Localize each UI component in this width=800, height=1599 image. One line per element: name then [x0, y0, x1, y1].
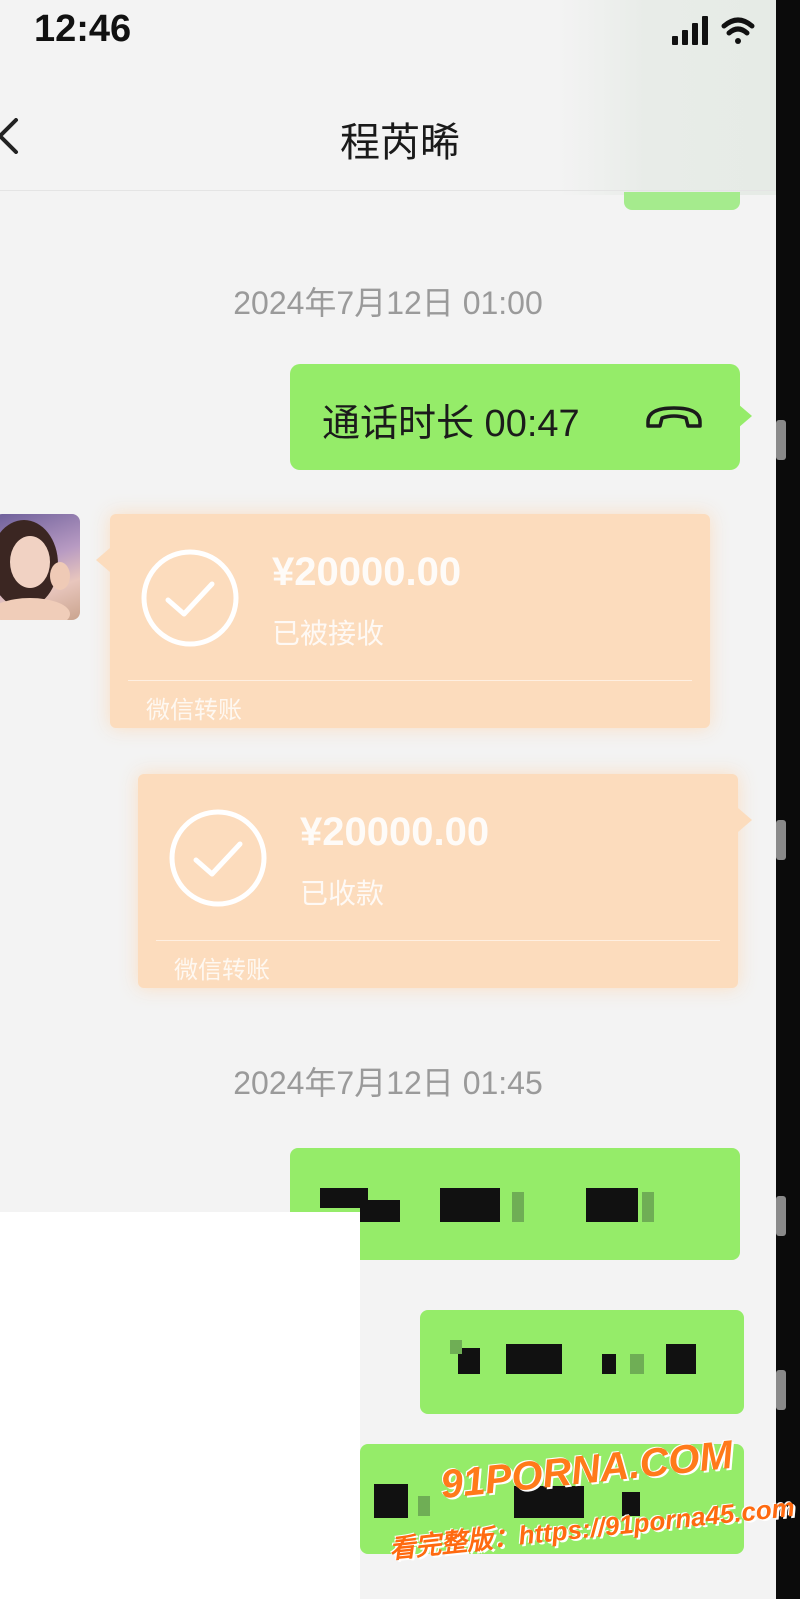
transfer-source: 微信转账 — [174, 957, 270, 984]
pixelated-text — [642, 1192, 654, 1222]
message-timestamp: 2024年7月12日 01:00 — [233, 285, 543, 321]
pixelated-text — [602, 1354, 616, 1374]
edge-marker — [776, 1370, 786, 1410]
check-circle-icon — [141, 549, 239, 647]
transfer-amount: ¥20000.00 — [300, 810, 490, 854]
call-duration-label: 通话时长 00:47 — [322, 403, 580, 445]
pixelated-text — [586, 1188, 638, 1222]
pixelated-text — [666, 1344, 696, 1374]
status-icons — [672, 16, 755, 45]
transfer-status: 已被接收 — [272, 618, 385, 649]
transfer-status: 已收款 — [300, 878, 385, 909]
pixelated-text — [506, 1344, 562, 1374]
call-record-bubble[interactable]: 通话时长 00:47 — [290, 364, 752, 470]
pixelated-text — [374, 1484, 408, 1518]
edge-marker — [776, 420, 786, 460]
redacted-message-bubble[interactable] — [420, 1310, 744, 1414]
check-circle-icon — [169, 809, 267, 907]
transfer-source: 微信转账 — [146, 697, 242, 724]
pixelated-text — [450, 1340, 462, 1354]
chat-title: 程芮晞 — [340, 121, 460, 165]
contact-avatar[interactable] — [0, 514, 80, 620]
nav-divider — [0, 190, 776, 191]
pixelated-text — [418, 1496, 430, 1516]
edge-marker — [776, 1196, 786, 1236]
card-divider — [128, 680, 692, 681]
message-timestamp: 2024年7月12日 01:45 — [233, 1065, 543, 1101]
pixelated-text — [630, 1354, 644, 1374]
previous-message-bubble[interactable] — [624, 192, 740, 210]
signal-icon — [672, 16, 708, 45]
phone-hangup-icon — [646, 406, 702, 428]
wifi-icon — [721, 17, 755, 44]
white-occlusion-block — [0, 1212, 360, 1599]
transfer-card-collected[interactable]: ¥20000.00 已收款 微信转账 — [138, 774, 752, 988]
card-divider — [156, 940, 720, 941]
transfer-card-received[interactable]: ¥20000.00 已被接收 微信转账 — [96, 514, 710, 728]
pixelated-text — [512, 1192, 524, 1222]
avatar-image — [0, 520, 70, 620]
device-edge — [776, 0, 800, 1599]
pixelated-text — [440, 1188, 500, 1222]
status-time: 12:46 — [34, 8, 132, 50]
edge-marker — [776, 820, 786, 860]
pixelated-text — [360, 1200, 400, 1222]
transfer-amount: ¥20000.00 — [272, 550, 462, 594]
